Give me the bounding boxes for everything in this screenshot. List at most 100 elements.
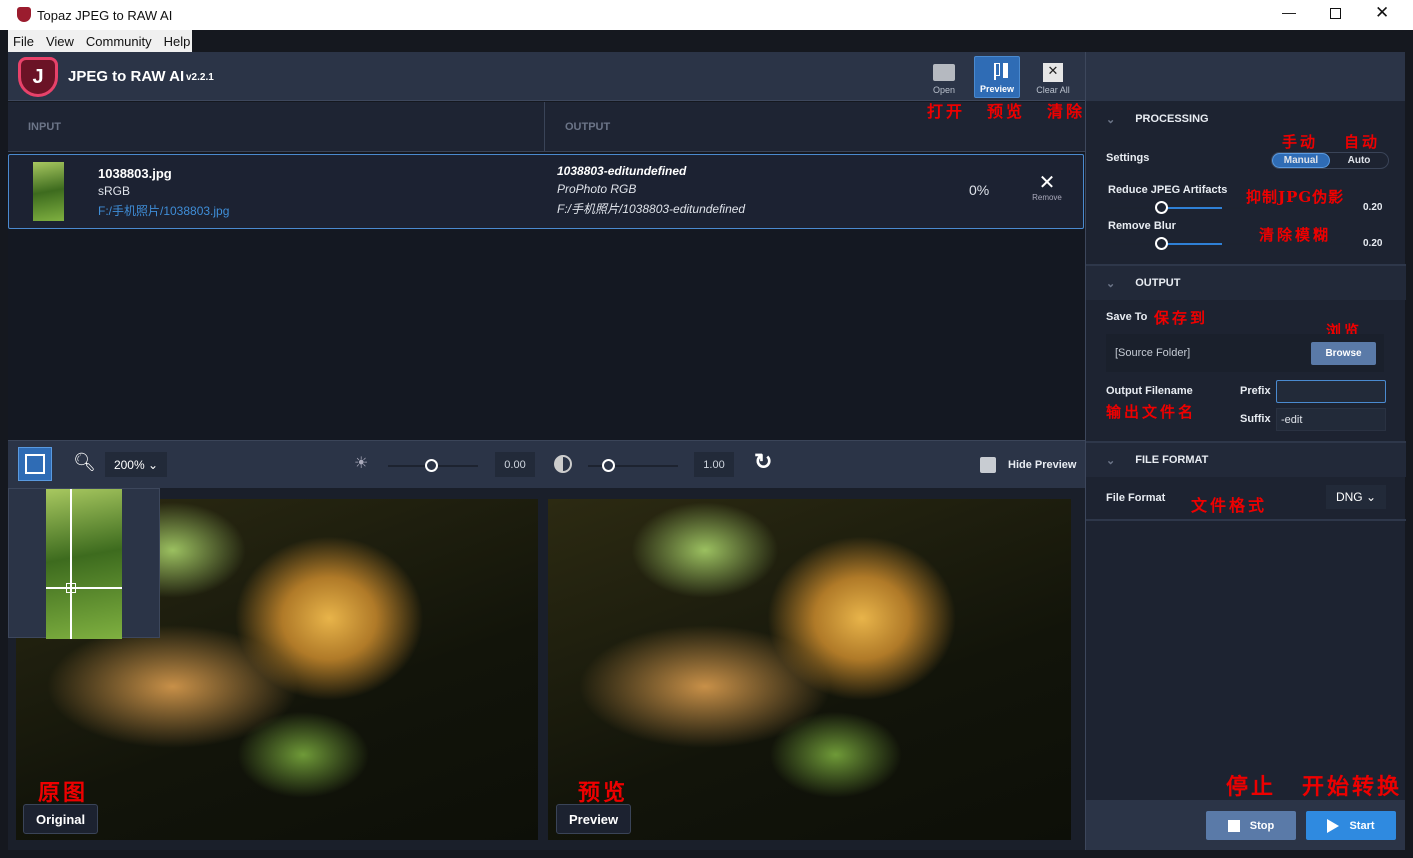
open-button[interactable]: Open <box>921 56 967 98</box>
file-format-annotation: 文件格式 <box>1191 496 1268 515</box>
preview-button[interactable]: Preview <box>974 56 1020 98</box>
reduce-jpeg-label: Reduce JPEG Artifacts <box>1108 184 1228 196</box>
header-right <box>1085 52 1405 101</box>
menu-view[interactable]: View <box>46 34 74 49</box>
browse-button[interactable]: Browse <box>1311 342 1376 365</box>
brightness-icon: ☀ <box>354 455 369 472</box>
navigator-crosshair-h <box>46 587 122 589</box>
remove-blur-label: Remove Blur <box>1108 220 1176 232</box>
chevron-down-icon: ⌄ <box>1106 454 1116 467</box>
file-format-label: File Format <box>1106 492 1166 504</box>
settings-label: Settings <box>1106 152 1150 164</box>
format-divider <box>1086 519 1406 521</box>
column-divider <box>544 102 545 152</box>
navigator-handle[interactable] <box>66 583 76 593</box>
manual-button[interactable]: Manual <box>1272 153 1330 168</box>
start-button[interactable]: Start <box>1306 811 1396 840</box>
toolbar-annotations: 打开 预览 清除 <box>927 102 1086 121</box>
original-label: Original <box>23 804 99 834</box>
zoom-icon[interactable]: 🔍︎ <box>73 452 96 473</box>
chevron-down-icon: ⌄ <box>1106 277 1116 290</box>
preview-toolbar: 🔍︎ 200% ⌄ ☀ 0.00 1.00 ↻ Hide Preview <box>8 440 1085 488</box>
app-name: JPEG to RAW AI <box>68 68 185 85</box>
contrast-knob[interactable] <box>602 459 615 472</box>
remove-blur-fill <box>1162 243 1222 245</box>
remove-blur-slider[interactable] <box>1108 243 1348 245</box>
prefix-input[interactable] <box>1276 380 1386 403</box>
stop-button[interactable]: Stop <box>1206 811 1296 840</box>
navigator-thumbnail <box>46 489 122 639</box>
menu-help[interactable]: Help <box>164 34 191 49</box>
play-icon <box>1327 818 1340 833</box>
prefix-label: Prefix <box>1240 385 1271 397</box>
output-colorspace: ProPhoto RGB <box>557 182 637 196</box>
output-filename-label: Output Filename <box>1106 385 1193 397</box>
title-bar: Topaz JPEG to RAW AI — ✕ <box>0 0 1413 30</box>
app-icon <box>17 7 31 22</box>
save-folder-value: [Source Folder] <box>1115 347 1191 359</box>
split-view-icon <box>986 63 1008 80</box>
contrast-value[interactable]: 1.00 <box>694 452 734 477</box>
suffix-label: Suffix <box>1240 413 1271 425</box>
brightness-value[interactable]: 0.00 <box>495 452 535 477</box>
progress-text: 0% <box>969 182 990 198</box>
reduce-jpeg-knob[interactable] <box>1155 201 1168 214</box>
reduce-jpeg-slider[interactable] <box>1108 207 1348 209</box>
close-button[interactable]: ✕ <box>1375 3 1389 23</box>
mode-annotations: 手动 自动 <box>1282 133 1381 151</box>
output-path: F:/手机照片/1038803-editundefined <box>557 202 746 216</box>
reduce-jpeg-fill <box>1162 207 1222 209</box>
output-name: 1038803-editundefined <box>557 164 687 178</box>
save-to-annotation: 保存到 <box>1154 309 1209 327</box>
auto-button[interactable]: Auto <box>1330 153 1388 168</box>
preview-area: 原图 Original 预览 Preview <box>8 488 1085 850</box>
reset-icon[interactable]: ↻ <box>754 449 772 475</box>
zoom-select[interactable]: 200% ⌄ <box>105 452 167 477</box>
file-path-link[interactable]: F:/手机照片/1038803.jpg <box>98 202 229 219</box>
action-footer: Stop Start <box>1085 800 1405 850</box>
menu-bar: File View Community Help <box>0 30 1413 52</box>
original-annotation: 原图 <box>38 780 89 806</box>
app-version: v2.2.1 <box>186 72 214 83</box>
logo-icon: J <box>18 57 58 97</box>
input-header: INPUT <box>28 121 61 133</box>
settings-panel: ⌄ PROCESSING Settings 手动 自动 Manual Auto Re… <box>1085 101 1406 800</box>
file-thumbnail <box>33 162 64 221</box>
menu-community[interactable]: Community <box>86 34 152 49</box>
suffix-input[interactable] <box>1276 408 1386 431</box>
navigator-crosshair-v <box>70 489 72 639</box>
remove-blur-annotation: 清除模糊 <box>1259 226 1332 244</box>
start-annotation: 开始转换 <box>1302 774 1403 800</box>
reduce-jpeg-annotation: 抑制JPG伪影 <box>1246 188 1345 206</box>
maximize-button[interactable] <box>1330 8 1341 19</box>
folder-icon <box>933 64 955 81</box>
remove-button[interactable]: ✕ Remove <box>1027 173 1067 202</box>
hide-preview-button[interactable]: Hide Preview <box>1008 459 1076 471</box>
menu-file[interactable]: File <box>13 34 34 49</box>
file-colorspace: sRGB <box>98 184 131 198</box>
minimize-button[interactable]: — <box>1282 4 1296 20</box>
stop-icon <box>1227 819 1240 832</box>
clear-icon: ✕ <box>1043 63 1063 82</box>
output-header: OUTPUT <box>565 121 611 133</box>
preview-label: Preview <box>556 804 632 834</box>
file-format-select[interactable]: DNG ⌄ <box>1326 485 1386 509</box>
reduce-jpeg-value: 0.20 <box>1363 202 1383 213</box>
save-to-label: Save To <box>1106 311 1148 323</box>
chevron-down-icon: ⌄ <box>1106 113 1116 126</box>
output-section-header[interactable]: ⌄ OUTPUT <box>1086 264 1406 300</box>
hide-preview-icon[interactable] <box>980 457 996 473</box>
contrast-icon <box>554 455 572 473</box>
clear-all-button[interactable]: ✕ Clear All <box>1030 56 1076 98</box>
remove-blur-knob[interactable] <box>1155 237 1168 250</box>
navigator-panel[interactable] <box>8 488 160 639</box>
brightness-knob[interactable] <box>425 459 438 472</box>
remove-blur-value: 0.20 <box>1363 238 1383 249</box>
app-header: J JPEG to RAW AI v2.2.1 Open Preview ✕ C… <box>8 52 1085 101</box>
file-list-header: INPUT OUTPUT <box>8 102 1085 152</box>
navigator-toggle-button[interactable] <box>18 447 52 481</box>
file-row[interactable]: 1038803.jpg sRGB F:/手机照片/1038803.jpg 103… <box>8 154 1084 229</box>
file-format-section-header[interactable]: ⌄ FILE FORMAT <box>1086 441 1406 477</box>
close-icon: ✕ <box>1038 172 1056 194</box>
stop-annotation: 停止 <box>1226 774 1277 800</box>
